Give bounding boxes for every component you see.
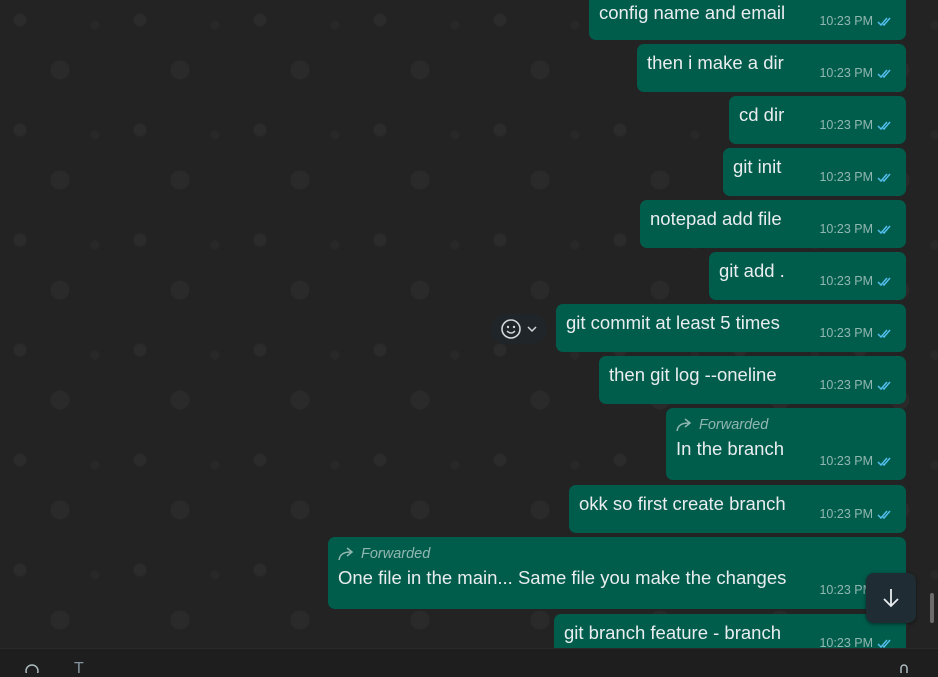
message-composer: T <box>0 648 938 677</box>
message-bubble[interactable]: git init 10:23 PM <box>723 148 906 196</box>
message-meta: 10:23 PM <box>819 217 894 242</box>
message-bubble[interactable]: okk so first create branch 10:23 PM <box>569 485 906 533</box>
forwarded-text: Forwarded <box>361 546 431 562</box>
double-check-icon <box>877 17 891 27</box>
double-check-icon <box>877 510 891 520</box>
message-time: 10:23 PM <box>819 14 873 28</box>
message-time: 10:23 PM <box>819 326 873 340</box>
double-check-icon <box>877 173 891 183</box>
message-time: 10:23 PM <box>819 454 873 468</box>
arrow-down-icon <box>883 589 899 608</box>
message-meta: 10:23 PM <box>819 165 894 190</box>
message-meta: 10:23 PM <box>819 113 894 138</box>
message-meta: 10:23 PM <box>819 373 894 398</box>
message-bubble[interactable]: config name and email 10:23 PM <box>589 0 906 40</box>
message-time: 10:23 PM <box>819 507 873 521</box>
message-bubble[interactable]: Forwarded In the branch 10:23 PM <box>666 408 906 480</box>
message-bubble[interactable]: notepad add file 10:23 PM <box>640 200 906 248</box>
message-bubble[interactable]: git commit at least 5 times 10:23 PM <box>556 304 906 352</box>
scroll-to-bottom-button[interactable] <box>866 573 916 623</box>
message-time: 10:23 PM <box>819 274 873 288</box>
double-check-icon <box>877 121 891 131</box>
forwarded-label: Forwarded <box>338 545 897 563</box>
message-meta: 10:23 PM <box>819 631 894 648</box>
smiley-icon <box>501 319 521 339</box>
double-check-icon <box>877 457 891 467</box>
message-meta: 10:23 PM <box>819 269 894 294</box>
message-input[interactable]: T <box>74 661 84 677</box>
message-time: 10:23 PM <box>819 170 873 184</box>
double-check-icon <box>877 69 891 79</box>
chevron-down-icon[interactable] <box>526 323 538 335</box>
message-meta: 10:23 PM <box>819 9 894 34</box>
message-bubble[interactable]: git add . 10:23 PM <box>709 252 906 300</box>
reaction-button[interactable] <box>491 314 547 344</box>
message-meta: 10:23 PM <box>819 61 894 86</box>
message-bubble[interactable]: Forwarded One file in the main... Same f… <box>328 537 906 609</box>
chat-panel: config name and email 10:23 PM then i ma… <box>0 0 938 648</box>
forwarded-text: Forwarded <box>699 417 769 433</box>
message-meta: 10:23 PM <box>819 502 894 527</box>
message-time: 10:23 PM <box>819 66 873 80</box>
message-bubble[interactable]: then i make a dir 10:23 PM <box>637 44 906 92</box>
double-check-icon <box>877 329 891 339</box>
forward-arrow-icon <box>338 547 354 561</box>
double-check-icon <box>877 381 891 391</box>
message-time: 10:23 PM <box>819 222 873 236</box>
double-check-icon <box>877 225 891 235</box>
message-time: 10:23 PM <box>819 636 873 648</box>
double-check-icon <box>877 277 891 287</box>
forward-arrow-icon <box>676 418 692 432</box>
message-time: 10:23 PM <box>819 118 873 132</box>
double-check-icon <box>877 639 891 648</box>
message-bubble[interactable]: git branch feature - branch 10:23 PM <box>554 614 906 648</box>
forwarded-label: Forwarded <box>676 416 897 434</box>
message-meta: 10:23 PM <box>819 321 894 346</box>
message-bubble[interactable]: then git log --oneline 10:23 PM <box>599 356 906 404</box>
scrollbar-thumb[interactable] <box>930 593 934 623</box>
message-time: 10:23 PM <box>819 378 873 392</box>
message-meta: 10:23 PM <box>819 449 894 474</box>
message-text: One file in the main... Same file you ma… <box>338 567 787 588</box>
message-bubble[interactable]: cd dir 10:23 PM <box>729 96 906 144</box>
message-time: 10:23 PM <box>819 583 873 597</box>
